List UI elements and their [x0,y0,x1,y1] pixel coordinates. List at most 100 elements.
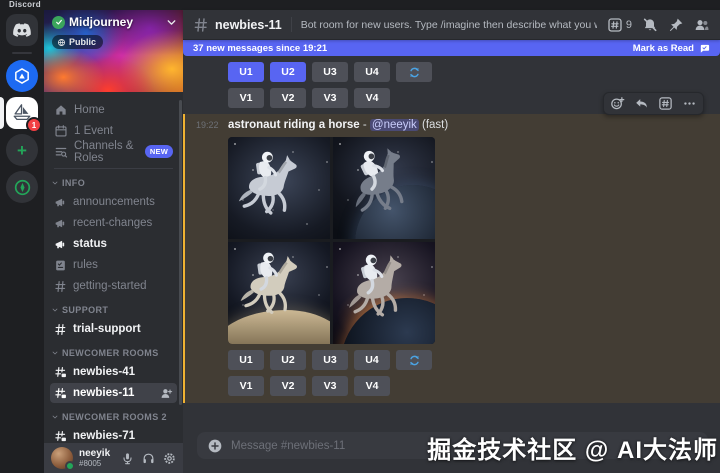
channel-trial-support[interactable]: trial-support [50,319,177,339]
unread-text: 37 new messages since 19:21 [193,43,327,54]
more-options-icon[interactable] [682,96,697,111]
user-actions [121,452,176,465]
bell-muted-icon[interactable] [642,17,658,33]
button-v2[interactable]: V2 [270,376,306,396]
explore-servers-button[interactable] [6,171,38,203]
channel-label: newbies-71 [73,430,135,442]
channel-status[interactable]: status [50,234,177,254]
button-u3[interactable]: U3 [312,62,348,82]
reply-icon[interactable] [634,96,649,111]
reroll-button[interactable] [396,62,432,82]
hashtag-bot-icon [54,430,67,443]
create-thread-icon[interactable] [658,96,673,111]
nav-label: Home [74,104,105,116]
hexagon-logo-icon [12,66,32,86]
button-u1[interactable]: U1 [228,350,264,370]
reroll-button[interactable] [396,350,432,370]
section-title: SUPPORT [62,305,108,315]
section-header-info[interactable]: INFO [44,170,183,191]
server-button-blue[interactable] [6,60,38,92]
nav-label: Channels & Roles [74,140,139,164]
mode-label: (fast) [422,119,448,131]
generated-image-3[interactable] [228,242,330,344]
verified-badge-icon [52,16,65,29]
button-v4[interactable]: V4 [354,88,390,108]
plus-icon: + [17,142,27,159]
server-banner[interactable]: Midjourney Public [44,10,183,92]
add-server-button[interactable]: + [6,134,38,166]
prompt-text: astronaut riding a horse [228,119,360,131]
sidebar-scrollbar[interactable] [179,100,182,405]
button-v1[interactable]: V1 [228,88,264,108]
calendar-icon [54,124,68,138]
channel-label: announcements [73,196,155,208]
avatar[interactable] [51,447,73,469]
button-u4[interactable]: U4 [354,350,390,370]
invite-person-add-icon[interactable] [160,387,173,400]
mic-icon[interactable] [121,452,134,465]
astronaut-horse-art-1 [228,137,330,239]
channel-newbies-71[interactable]: newbies-71 [50,426,177,443]
channel-recent-changes[interactable]: recent-changes [50,213,177,233]
button-u2[interactable]: U2 [270,62,306,82]
add-reaction-icon[interactable] [610,96,625,111]
section-header-support[interactable]: SUPPORT [44,297,183,318]
channel-sidebar: Midjourney Public Home 1 Event Channels … [44,10,183,473]
server-button-midjourney[interactable]: 1 [6,97,38,129]
section-header-newcomer-rooms[interactable]: NEWCOMER ROOMS [44,340,183,361]
public-badge-label: Public [69,37,96,47]
generated-image-4[interactable] [333,242,435,344]
sidebar-item-channels-roles[interactable]: Channels & Roles NEW [50,141,177,162]
server-header[interactable]: Midjourney [52,15,178,29]
channel-announcements[interactable]: announcements [50,192,177,212]
mark-as-read-button[interactable]: Mark as Read [633,43,710,54]
sidebar-item-events[interactable]: 1 Event [50,120,177,141]
button-v3[interactable]: V3 [312,376,348,396]
gear-icon[interactable] [163,452,176,465]
channel-rules[interactable]: rules [50,255,177,275]
chevron-down-icon[interactable] [165,16,178,29]
hashtag-icon [193,17,209,33]
discord-home-button[interactable] [6,14,38,46]
members-icon[interactable] [694,17,710,33]
pin-icon[interactable] [668,17,684,33]
headphones-icon[interactable] [142,452,155,465]
thread-count: 9 [626,19,632,31]
chevron-down-icon [51,349,59,357]
generated-image-grid[interactable] [228,137,435,344]
user-info[interactable]: neeyik #8005 [79,448,110,469]
message-timestamp: 19:22 [196,120,219,130]
online-status-dot [65,461,75,471]
sidebar-item-home[interactable]: Home [50,99,177,120]
house-icon [54,103,68,117]
new-badge: NEW [145,145,173,158]
generated-image-2[interactable] [333,137,435,239]
channel-newbies-11[interactable]: newbies-11 [50,383,177,403]
threads-icon[interactable] [607,17,623,33]
message-check-icon [699,43,710,54]
attach-plus-icon[interactable] [207,438,223,454]
user-mention[interactable]: @neeyik [370,119,419,131]
channel-newbies-41[interactable]: newbies-41 [50,362,177,382]
hashtag-icon [54,323,67,336]
button-u2[interactable]: U2 [270,350,306,370]
username: neeyik [79,448,110,460]
button-v4[interactable]: V4 [354,376,390,396]
button-u1[interactable]: U1 [228,62,264,82]
button-v3[interactable]: V3 [312,88,348,108]
unread-messages-banner[interactable]: 37 new messages since 19:21 Mark as Read [183,40,720,56]
upscale-button-row-previous: U1 U2 U3 U4 [228,62,720,82]
message-content: astronaut riding a horse - @neeyik (fast… [228,117,720,133]
channel-getting-started[interactable]: getting-started [50,276,177,296]
generated-image-1[interactable] [228,137,330,239]
divider [54,168,173,169]
button-v2[interactable]: V2 [270,88,306,108]
button-u4[interactable]: U4 [354,62,390,82]
hashtag-icon [54,280,67,293]
button-v1[interactable]: V1 [228,376,264,396]
button-u3[interactable]: U3 [312,350,348,370]
channel-topic[interactable]: Bot room for new users. Type /imagine th… [301,19,597,31]
section-header-newcomer-rooms-2[interactable]: NEWCOMER ROOMS 2 [44,404,183,425]
channel-header: newbies-11 Bot room for new users. Type … [183,10,720,40]
channel-label: newbies-11 [73,387,134,399]
